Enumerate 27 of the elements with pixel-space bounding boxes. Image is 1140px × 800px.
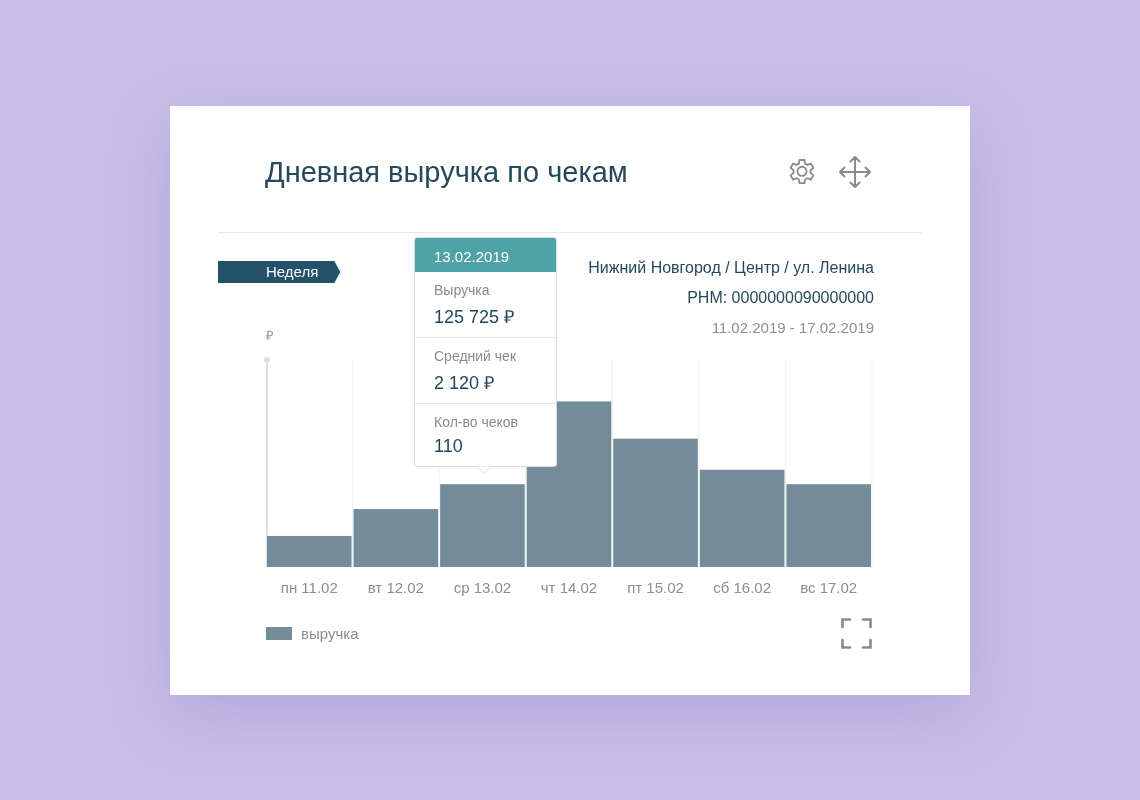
x-axis-label: сб 16.02 <box>713 579 772 596</box>
move-icon[interactable] <box>837 154 873 190</box>
tooltip-value: 125 725 ₽ <box>434 306 516 328</box>
tooltip-label: Кол-во чеков <box>434 414 519 430</box>
x-axis-label: вт 12.02 <box>367 579 424 596</box>
x-axis-label: пт 15.02 <box>627 579 684 596</box>
tooltip-label: Средний чек <box>434 348 517 364</box>
axis-unit: ₽ <box>266 327 274 344</box>
revenue-bar[interactable] <box>699 469 785 567</box>
x-axis-label: ср 13.02 <box>453 579 512 596</box>
card-title: Дневная выручка по чекам <box>265 155 629 189</box>
tooltip-date: 13.02.2019 <box>415 238 556 272</box>
fullscreen-icon[interactable] <box>841 618 872 649</box>
legend-label: выручка <box>301 625 359 642</box>
date-range: 11.02.2019 - 17.02.2019 <box>711 319 874 336</box>
register-number: РНМ: 0000000090000000 <box>687 289 874 307</box>
revenue-bar[interactable] <box>267 535 352 567</box>
legend-swatch <box>266 627 292 640</box>
tooltip-label: Выручка <box>434 282 491 298</box>
revenue-bar[interactable] <box>353 509 439 567</box>
location-text: Нижний Новгород / Центр / ул. Ленина <box>588 259 874 277</box>
x-axis-label: пн 11.02 <box>280 579 338 596</box>
period-tag[interactable]: Неделя <box>218 261 341 283</box>
tooltip-value: 110 <box>434 436 464 457</box>
tooltip-value: 2 120 ₽ <box>434 372 496 394</box>
x-axis-label: чт 14.02 <box>540 579 598 596</box>
x-axis-label: вс 17.02 <box>800 579 858 596</box>
